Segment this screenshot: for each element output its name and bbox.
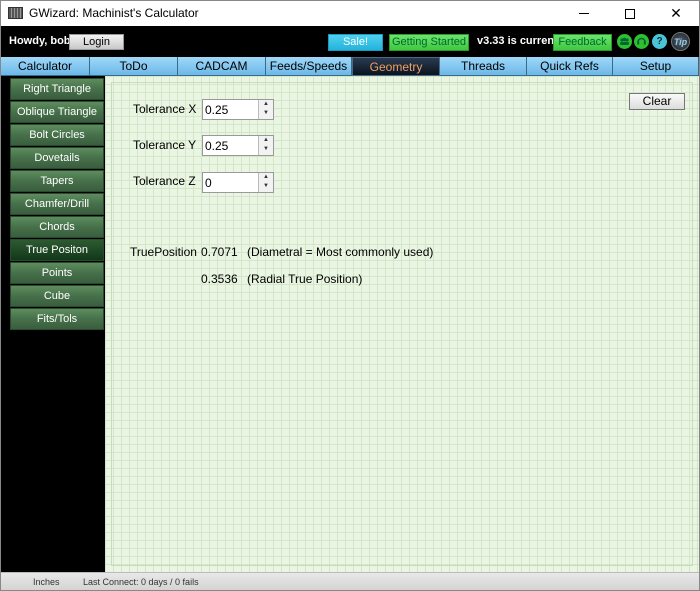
chevron-down-icon: ▼ xyxy=(263,146,269,152)
sidebar-item-points[interactable]: Points xyxy=(10,262,104,284)
chevron-up-icon: ▲ xyxy=(263,174,269,180)
sidebar-item-bolt-circles[interactable]: Bolt Circles xyxy=(10,124,104,146)
title-bar: GWizard: Machinist's Calculator ✕ xyxy=(1,1,699,26)
clear-button[interactable]: Clear xyxy=(629,93,685,110)
tolerance-x-decrement[interactable]: ▼ xyxy=(258,109,273,119)
diametral-note: (Diametral = Most commonly used) xyxy=(247,245,434,259)
sidebar: Right Triangle Oblique Triangle Bolt Cir… xyxy=(1,76,105,572)
tab-threads[interactable]: Threads xyxy=(440,57,527,76)
app-window: GWizard: Machinist's Calculator ✕ Howdy,… xyxy=(0,0,700,591)
getting-started-button[interactable]: Getting Started xyxy=(389,34,469,51)
tip-icon[interactable]: Tip xyxy=(671,32,690,51)
tab-geometry[interactable]: Geometry xyxy=(352,57,440,76)
tolerance-x-stepper[interactable]: ▲ ▼ xyxy=(202,99,274,120)
tolerance-y-label: Tolerance Y xyxy=(133,138,197,152)
panel-frame xyxy=(111,82,693,566)
main-tabs: Calculator ToDo CADCAM Feeds/Speeds Geom… xyxy=(1,57,699,76)
login-button[interactable]: Login xyxy=(69,34,124,50)
users-icon[interactable] xyxy=(617,34,632,49)
chevron-up-icon: ▲ xyxy=(263,101,269,107)
sidebar-item-fits-tols[interactable]: Fits/Tols xyxy=(10,308,104,330)
tolerance-z-stepper[interactable]: ▲ ▼ xyxy=(202,172,274,193)
tolerance-y-stepper[interactable]: ▲ ▼ xyxy=(202,135,274,156)
true-position-label: TruePosition xyxy=(130,245,197,259)
app-icon xyxy=(8,7,23,19)
units-status: Inches xyxy=(33,577,60,587)
sidebar-item-right-triangle[interactable]: Right Triangle xyxy=(10,78,104,100)
tab-cadcam[interactable]: CADCAM xyxy=(178,57,266,76)
tolerance-z-input[interactable] xyxy=(205,175,257,190)
sidebar-item-tapers[interactable]: Tapers xyxy=(10,170,104,192)
version-text: v3.33 is current xyxy=(477,35,558,47)
chevron-down-icon: ▼ xyxy=(263,183,269,189)
tab-setup[interactable]: Setup xyxy=(613,57,699,76)
tolerance-z-decrement[interactable]: ▼ xyxy=(258,182,273,192)
support-icon[interactable] xyxy=(634,34,649,49)
maximize-icon xyxy=(625,8,635,19)
chevron-up-icon: ▲ xyxy=(263,137,269,143)
help-icon[interactable]: ? xyxy=(652,34,667,49)
true-position-panel: Tolerance X ▲ ▼ Tolerance Y ▲ ▼ Toleranc… xyxy=(105,76,699,572)
tolerance-x-input[interactable] xyxy=(205,102,257,117)
sidebar-item-chamfer-drill[interactable]: Chamfer/Drill xyxy=(10,193,104,215)
minimize-icon xyxy=(579,13,589,14)
feedback-button[interactable]: Feedback xyxy=(553,34,612,51)
window-title: GWizard: Machinist's Calculator xyxy=(29,6,199,20)
minimize-button[interactable] xyxy=(561,1,607,26)
tab-quick-refs[interactable]: Quick Refs xyxy=(527,57,613,76)
close-button[interactable]: ✕ xyxy=(653,1,699,26)
sidebar-item-oblique-triangle[interactable]: Oblique Triangle xyxy=(10,101,104,123)
greeting-text: Howdy, bob! xyxy=(9,35,75,47)
sidebar-item-true-position[interactable]: True Positon xyxy=(10,239,104,261)
tab-feeds-speeds[interactable]: Feeds/Speeds xyxy=(266,57,352,76)
tolerance-x-label: Tolerance X xyxy=(133,102,197,116)
maximize-button[interactable] xyxy=(607,1,653,26)
status-bar: Inches Last Connect: 0 days / 0 fails xyxy=(1,572,699,590)
chevron-down-icon: ▼ xyxy=(263,110,269,116)
tab-todo[interactable]: ToDo xyxy=(90,57,178,76)
close-icon: ✕ xyxy=(670,5,682,21)
sidebar-item-cube[interactable]: Cube xyxy=(10,285,104,307)
last-connect-status: Last Connect: 0 days / 0 fails xyxy=(83,577,199,587)
tolerance-y-input[interactable] xyxy=(205,138,257,153)
tolerance-y-decrement[interactable]: ▼ xyxy=(258,145,273,155)
header-bar: Howdy, bob! Login Sale! Getting Started … xyxy=(1,26,699,57)
radial-note: (Radial True Position) xyxy=(247,272,363,286)
diametral-value: 0.7071 xyxy=(201,245,238,259)
sidebar-item-dovetails[interactable]: Dovetails xyxy=(10,147,104,169)
radial-value: 0.3536 xyxy=(201,272,238,286)
sidebar-item-chords[interactable]: Chords xyxy=(10,216,104,238)
tab-calculator[interactable]: Calculator xyxy=(1,57,90,76)
sale-button[interactable]: Sale! xyxy=(328,34,383,51)
tolerance-z-label: Tolerance Z xyxy=(133,174,196,188)
